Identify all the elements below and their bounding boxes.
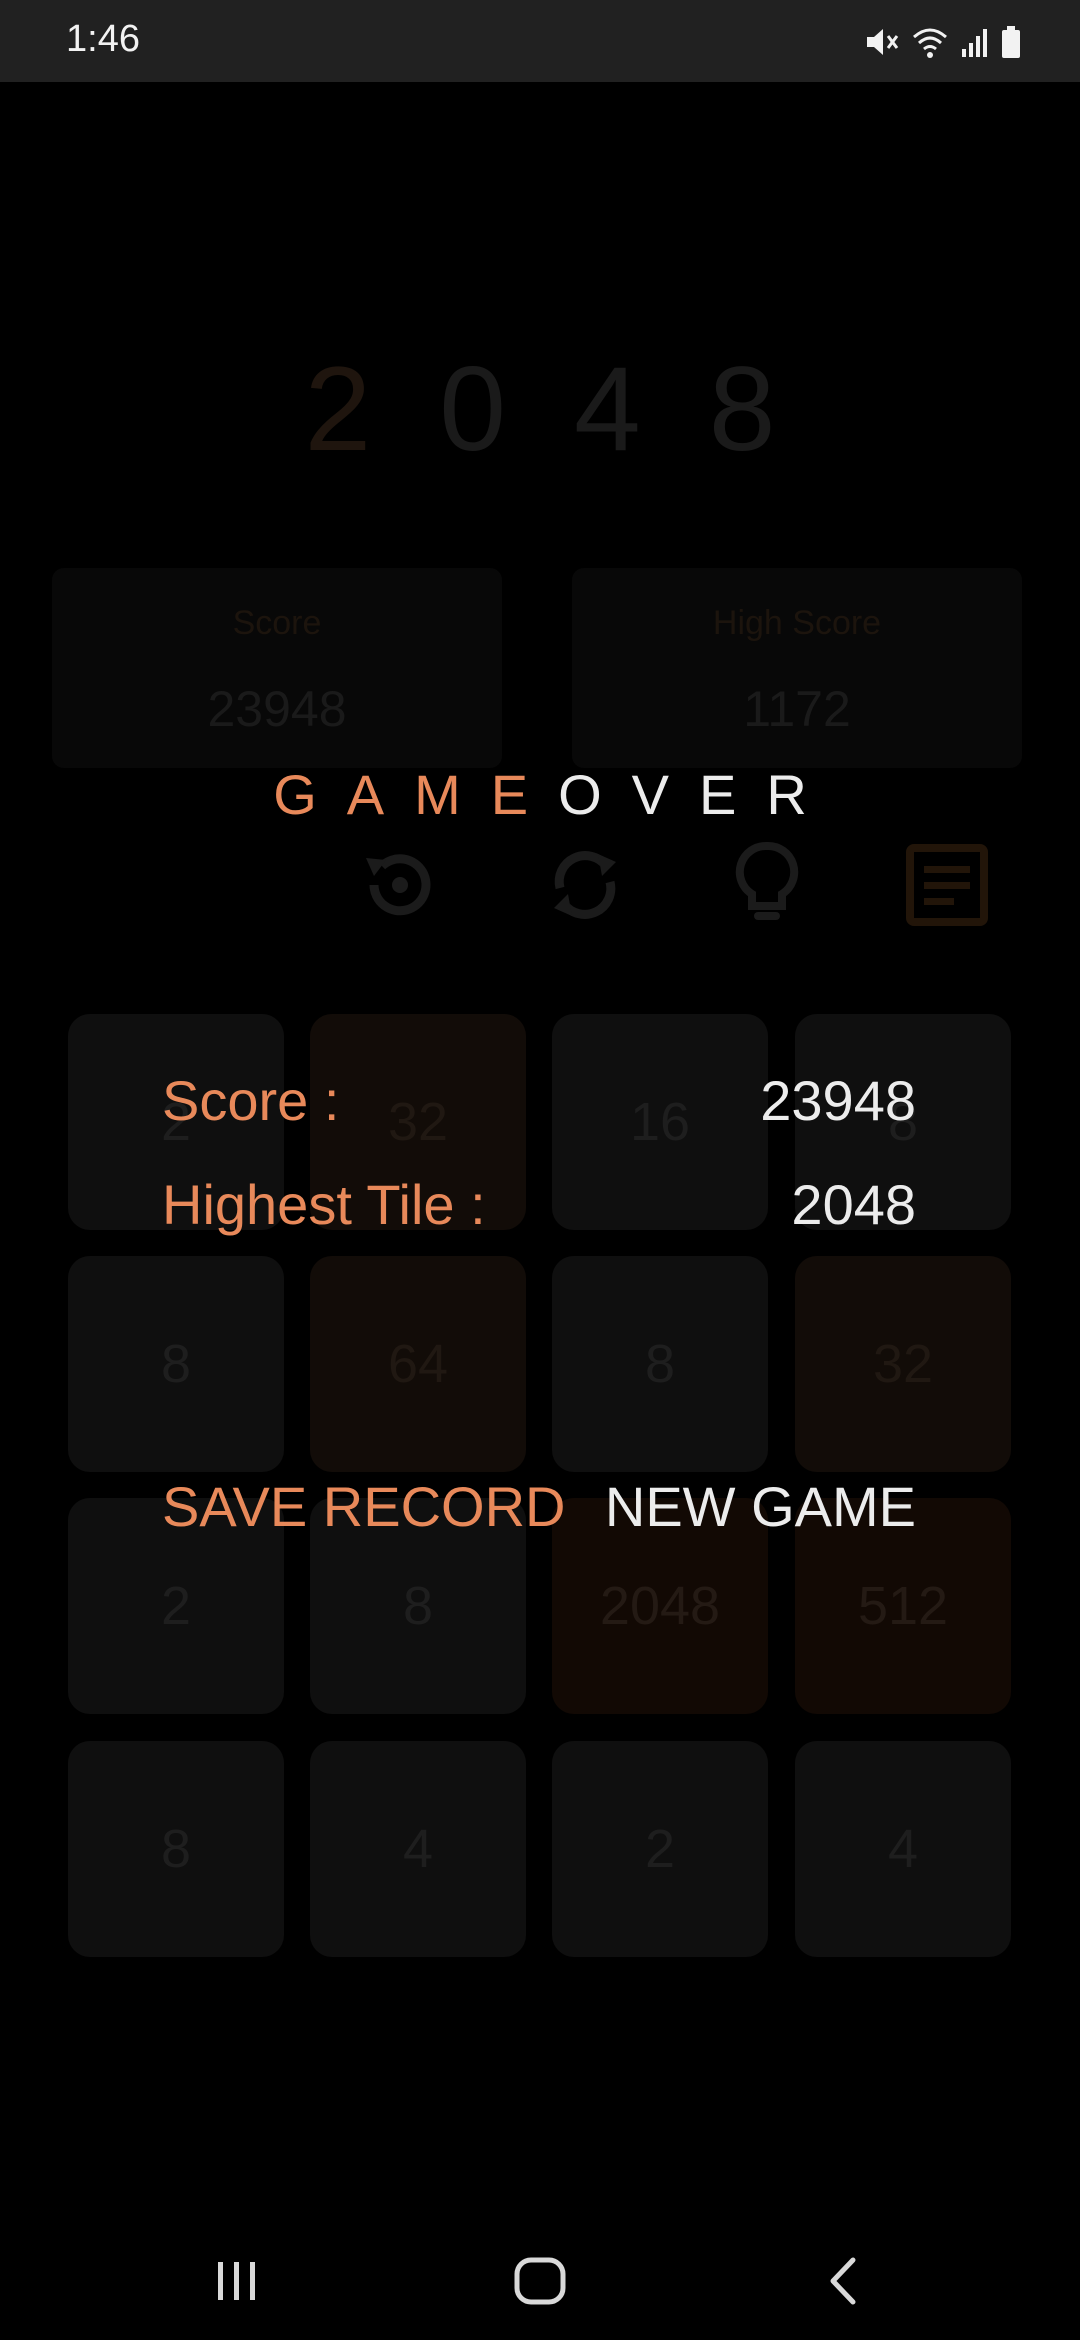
tile: 16 [552,1014,768,1230]
tile: 64 [310,1256,526,1472]
tile: 8 [68,1741,284,1957]
records-icon[interactable] [902,840,992,930]
tile: 2 [552,1741,768,1957]
new-game-button[interactable]: NEW GAME [605,1474,916,1539]
navigation-bar [0,2222,1080,2340]
tile: 32 [795,1256,1011,1472]
hint-icon[interactable] [722,840,812,930]
recent-apps-icon[interactable] [202,2248,272,2314]
result-score-value: 23948 [760,1069,916,1132]
signal-icon [960,25,990,59]
tile: 4 [795,1741,1011,1957]
logo-digit: 2 [304,342,440,476]
high-score-card-label: High Score [712,604,882,642]
score-card-label: Score [232,604,322,642]
score-card: Score 23948 [52,568,502,768]
restart-icon[interactable] [540,840,630,930]
back-icon[interactable] [808,2248,878,2314]
logo-digit: 8 [708,342,844,476]
game-over-title-over: OVER [558,763,837,826]
game-over-title-game: GAME [273,763,559,826]
result-score-label: Score : [162,1069,340,1132]
undo-icon[interactable] [352,840,442,930]
battery-icon [1000,25,1022,59]
wifi-icon [910,25,950,59]
tile: 8 [552,1256,768,1472]
game-over-title: GAMEOVER [0,762,1080,827]
game-logo: 2048 [0,340,1080,478]
result-highest-tile-value: 2048 [791,1173,916,1236]
status-icons [864,22,1022,62]
home-icon[interactable] [505,2248,575,2314]
logo-digit: 0 [439,342,574,476]
save-record-button[interactable]: SAVE RECORD [162,1474,565,1539]
tile: 4 [310,1741,526,1957]
result-highest-tile-label: Highest Tile : [162,1173,486,1236]
high-score-card-value: 1172 [743,681,851,737]
logo-digit: 4 [574,342,709,476]
high-score-card: High Score 1172 [572,568,1022,768]
score-card-value: 23948 [207,681,347,737]
status-time: 1:46 [66,18,140,60]
mute-icon [864,25,900,59]
tile: 8 [68,1256,284,1472]
status-bar: 1:46 [0,0,1080,82]
